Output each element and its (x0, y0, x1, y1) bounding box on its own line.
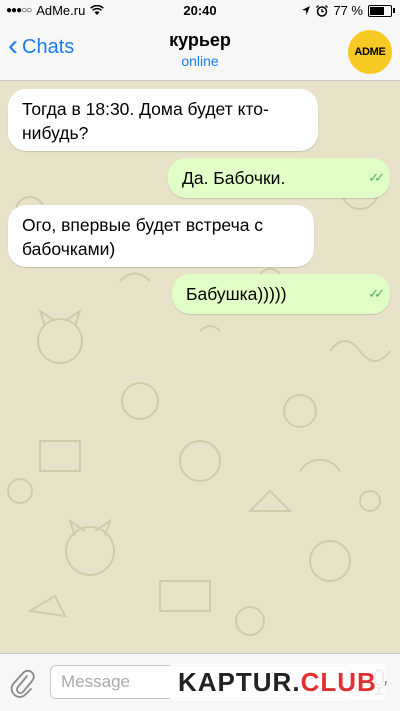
message-bubble-outgoing[interactable]: Бабушка))))) ✓✓ (172, 274, 390, 314)
battery-percentage: 77 % (333, 3, 363, 18)
read-receipt-icon: ✓✓ (368, 170, 385, 185)
location-arrow-icon (302, 6, 311, 15)
message-bubble-incoming[interactable]: Тогда в 18:30. Дома будет кто-нибудь? (8, 89, 318, 151)
message-bubble-outgoing[interactable]: Да. Бабочки. ✓✓ (168, 158, 390, 198)
message-text: Тогда в 18:30. Дома будет кто-нибудь? (22, 99, 269, 143)
status-bar: ●●●○○ AdMe.ru 20:40 77 % (0, 0, 400, 22)
message-text: Да. Бабочки. (182, 168, 286, 188)
paperclip-icon[interactable] (10, 668, 36, 698)
message-text: Ого, впервые будет встреча с бабочками) (22, 215, 264, 259)
watermark-text: KAPTUR. (178, 667, 301, 697)
chevron-left-icon: ‹ (8, 28, 18, 62)
message-bubble-incoming[interactable]: Ого, впервые будет встреча с бабочками) (8, 205, 314, 267)
chat-header-title[interactable]: курьер online (100, 30, 300, 69)
contact-status: online (181, 53, 219, 69)
contact-avatar[interactable]: ADME (348, 30, 392, 74)
navigation-bar: ‹ Chats курьер online ADME (0, 22, 400, 81)
chat-area: Тогда в 18:30. Дома будет кто-нибудь? Да… (0, 81, 400, 653)
watermark-accent-text: CLUB (300, 667, 377, 697)
message-text: Бабушка))))) (186, 284, 287, 304)
battery-icon (368, 4, 395, 17)
back-to-chats-button[interactable]: ‹ Chats (8, 28, 75, 62)
back-button-label: Chats (22, 36, 75, 58)
read-receipt-icon: ✓✓ (368, 286, 385, 301)
status-right: 77 % (301, 3, 395, 18)
contact-name: курьер (169, 30, 231, 50)
watermark-logo: KAPTUR.CLUB (170, 664, 385, 700)
alarm-clock-icon (316, 4, 329, 17)
